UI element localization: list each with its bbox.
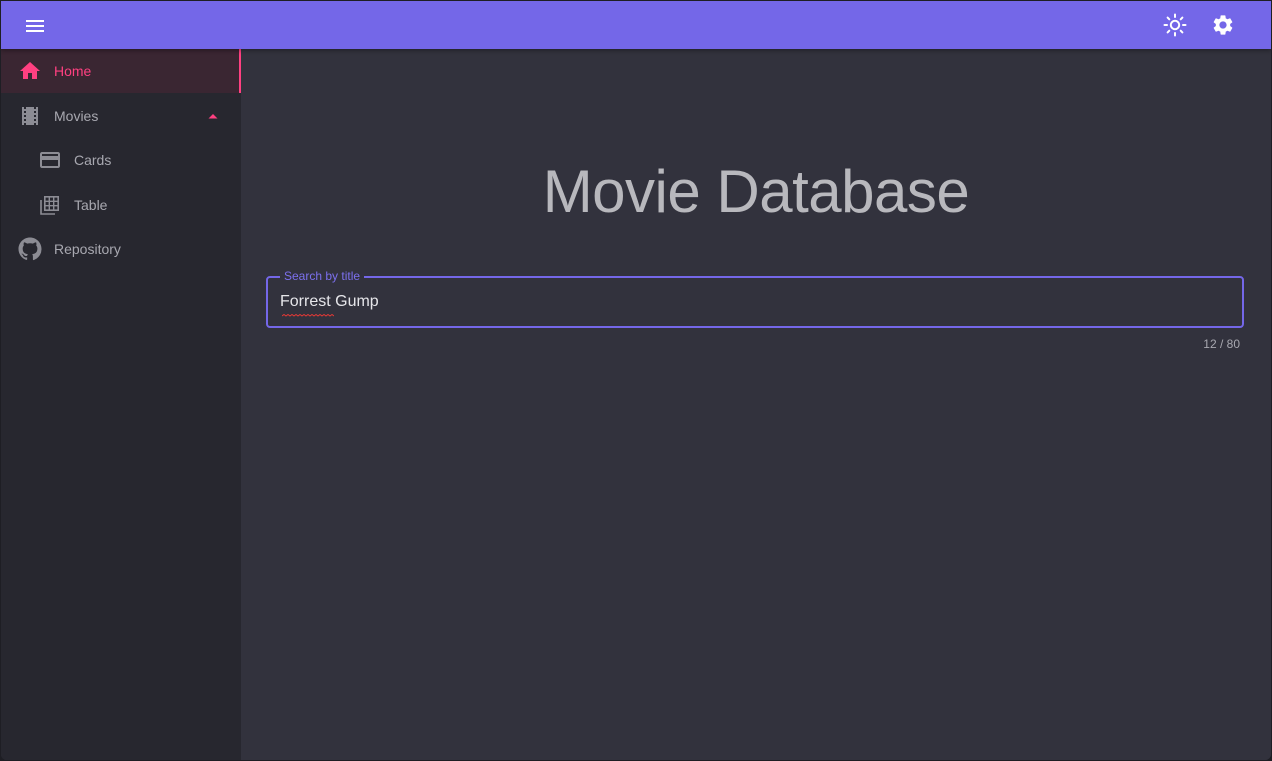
spellcheck-underline [282,314,334,317]
nav-label-home: Home [54,63,92,79]
nav-label-cards: Cards [74,152,112,168]
character-counter: 12 / 80 [1203,337,1240,351]
nav-label-table: Table [74,197,108,213]
home-icon [18,59,42,83]
nav-item-home[interactable]: Home [1,49,241,93]
film-icon [18,104,42,128]
credit-card-icon [38,148,62,172]
search-input[interactable] [280,292,1220,312]
nav-item-movies[interactable]: Movies [1,94,241,138]
nav-item-repository[interactable]: Repository [1,227,241,271]
app-bar [1,1,1271,49]
navigation-drawer: Home Movies Cards Table Repository [1,49,241,760]
table-icon [38,193,62,217]
menu-button[interactable] [15,6,55,46]
nav-label-movies: Movies [54,108,99,124]
app-window: Home Movies Cards Table Repository Movie… [1,1,1271,760]
nav-item-cards[interactable]: Cards [1,138,241,182]
menu-icon [26,20,44,32]
brightness-icon [1163,13,1187,37]
github-icon [18,237,42,261]
settings-button[interactable] [1203,5,1243,45]
search-field: Search by title [266,269,1244,328]
page-title: Movie Database [542,158,970,225]
nav-item-table[interactable]: Table [1,183,241,227]
main-content: Movie Database Search by title 12 / 80 [241,49,1271,760]
search-label: Search by title [280,269,365,283]
gear-icon [1213,15,1233,35]
theme-toggle-button[interactable] [1155,5,1195,45]
chevron-up-icon [205,108,221,124]
nav-label-repository: Repository [54,241,121,257]
